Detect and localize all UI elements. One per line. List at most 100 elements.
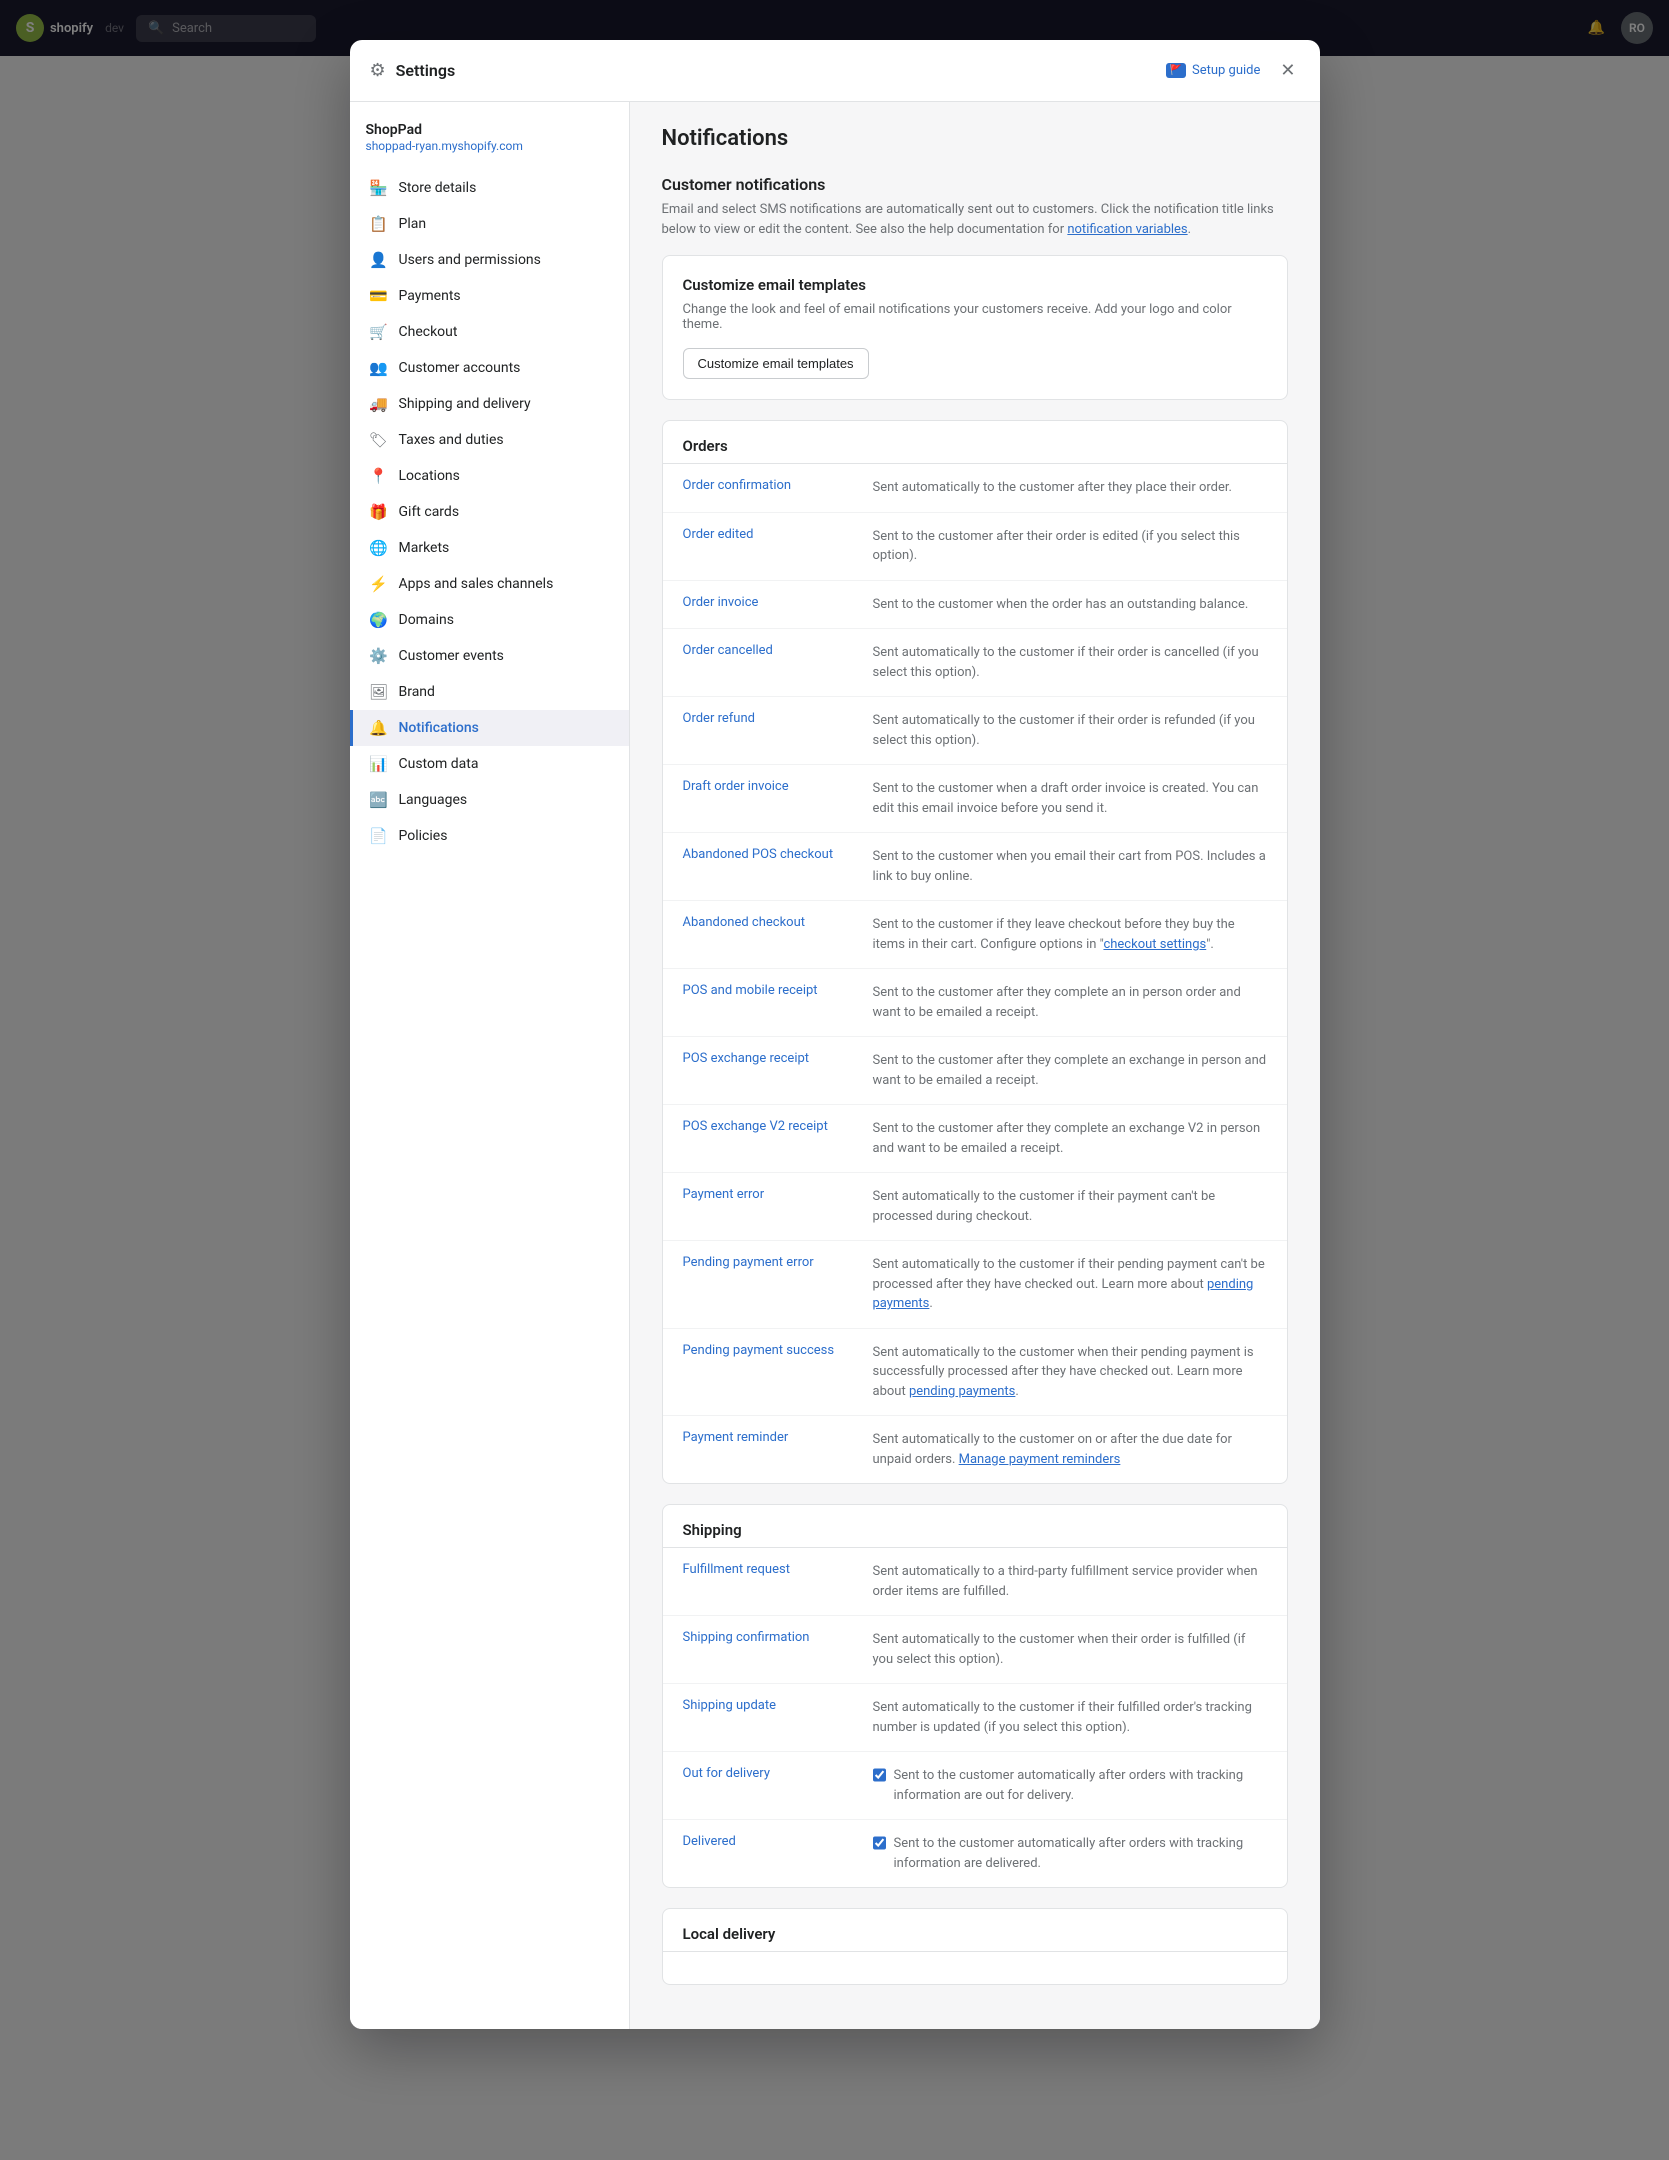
draft-order-invoice-desc: Sent to the customer when a draft order … <box>873 779 1267 818</box>
sidebar-item-custom-data[interactable]: 📊 Custom data <box>350 746 629 782</box>
setup-guide-button[interactable]: 🚩 Setup guide <box>1166 63 1261 78</box>
sidebar-item-locations[interactable]: 📍 Locations <box>350 458 629 494</box>
sidebar-item-label: Payments <box>399 288 461 304</box>
sidebar-item-brand[interactable]: 🖼 Brand <box>350 674 629 710</box>
markets-icon: 🌐 <box>369 538 389 558</box>
sidebar-item-gift-cards[interactable]: 🎁 Gift cards <box>350 494 629 530</box>
pending-payments-link-1[interactable]: pending payments <box>873 1277 1254 1312</box>
pos-exchange-receipt-link[interactable]: POS exchange receipt <box>683 1051 853 1066</box>
manage-payment-reminders-link[interactable]: Manage payment reminders <box>959 1452 1121 1467</box>
table-row: POS and mobile receipt Sent to the custo… <box>663 969 1287 1037</box>
sidebar-item-label: Notifications <box>399 720 479 736</box>
delivered-link[interactable]: Delivered <box>683 1834 853 1849</box>
abandoned-checkout-link[interactable]: Abandoned checkout <box>683 915 853 930</box>
local-delivery-section-card: Local delivery <box>662 1908 1288 1985</box>
customer-notifications-header: Customer notifications Email and select … <box>662 175 1288 239</box>
order-edited-link[interactable]: Order edited <box>683 527 853 542</box>
sidebar-item-customer-events[interactable]: ⚙️ Customer events <box>350 638 629 674</box>
sidebar-item-label: Markets <box>399 540 450 556</box>
sidebar-item-languages[interactable]: 🔤 Languages <box>350 782 629 818</box>
sidebar-item-plan[interactable]: 📋 Plan <box>350 206 629 242</box>
out-for-delivery-checkbox[interactable] <box>873 1768 886 1782</box>
sidebar-item-store-details[interactable]: 🏪 Store details <box>350 170 629 206</box>
sidebar-item-payments[interactable]: 💳 Payments <box>350 278 629 314</box>
sidebar-item-users-permissions[interactable]: 👤 Users and permissions <box>350 242 629 278</box>
table-row: Abandoned checkout Sent to the customer … <box>663 901 1287 969</box>
checkout-settings-link[interactable]: checkout settings <box>1103 937 1206 952</box>
fulfillment-request-link[interactable]: Fulfillment request <box>683 1562 853 1577</box>
delivered-checkbox[interactable] <box>873 1836 886 1850</box>
sidebar-item-checkout[interactable]: 🛒 Checkout <box>350 314 629 350</box>
table-row: Shipping confirmation Sent automatically… <box>663 1616 1287 1684</box>
notifications-icon: 🔔 <box>369 718 389 738</box>
customer-notifications-title: Customer notifications <box>662 175 1288 194</box>
modal-header-right: 🚩 Setup guide ✕ <box>1166 56 1300 85</box>
payment-error-link[interactable]: Payment error <box>683 1187 853 1202</box>
order-refund-link[interactable]: Order refund <box>683 711 853 726</box>
table-row: Order confirmation Sent automatically to… <box>663 464 1287 513</box>
shipping-update-link[interactable]: Shipping update <box>683 1698 853 1713</box>
abandoned-pos-checkout-link[interactable]: Abandoned POS checkout <box>683 847 853 862</box>
sidebar-item-customer-accounts[interactable]: 👥 Customer accounts <box>350 350 629 386</box>
out-for-delivery-link[interactable]: Out for delivery <box>683 1766 853 1781</box>
payments-icon: 💳 <box>369 286 389 306</box>
customer-events-icon: ⚙️ <box>369 646 389 666</box>
shipping-confirmation-desc: Sent automatically to the customer when … <box>873 1630 1267 1669</box>
table-row: Payment error Sent automatically to the … <box>663 1173 1287 1241</box>
fulfillment-request-desc: Sent automatically to a third-party fulf… <box>873 1562 1267 1601</box>
pending-payment-error-desc: Sent automatically to the customer if th… <box>873 1255 1267 1314</box>
modal-title: Settings <box>396 61 456 80</box>
customize-card-title: Customize email templates <box>683 276 1267 294</box>
order-confirmation-link[interactable]: Order confirmation <box>683 478 853 493</box>
delivered-checkbox-wrapper: Sent to the customer automatically after… <box>873 1834 1267 1873</box>
sidebar-item-policies[interactable]: 📄 Policies <box>350 818 629 854</box>
shipping-update-desc: Sent automatically to the customer if th… <box>873 1698 1267 1737</box>
sidebar-item-apps-sales-channels[interactable]: ⚡ Apps and sales channels <box>350 566 629 602</box>
table-row: POS exchange receipt Sent to the custome… <box>663 1037 1287 1105</box>
sidebar-item-label: Locations <box>399 468 460 484</box>
shipping-section-card: Shipping Fulfillment request Sent automa… <box>662 1504 1288 1888</box>
table-row: Pending payment success Sent automatical… <box>663 1329 1287 1417</box>
sidebar-item-domains[interactable]: 🌍 Domains <box>350 602 629 638</box>
order-cancelled-desc: Sent automatically to the customer if th… <box>873 643 1267 682</box>
delivered-desc: Sent to the customer automatically after… <box>894 1834 1267 1873</box>
table-row: Order edited Sent to the customer after … <box>663 513 1287 581</box>
pending-payments-link-2[interactable]: pending payments <box>909 1384 1015 1399</box>
sidebar-item-taxes-duties[interactable]: 🏷 Taxes and duties <box>350 422 629 458</box>
sidebar-item-label: Languages <box>399 792 468 808</box>
sidebar-item-markets[interactable]: 🌐 Markets <box>350 530 629 566</box>
pos-exchange-v2-receipt-link[interactable]: POS exchange V2 receipt <box>683 1119 853 1134</box>
brand-icon: 🖼 <box>369 682 389 702</box>
plan-icon: 📋 <box>369 214 389 234</box>
taxes-icon: 🏷 <box>369 430 389 450</box>
close-button[interactable]: ✕ <box>1276 56 1299 85</box>
modal-title-row: ⚙ Settings <box>370 60 456 81</box>
shipping-confirmation-link[interactable]: Shipping confirmation <box>683 1630 853 1645</box>
pending-payment-error-link[interactable]: Pending payment error <box>683 1255 853 1270</box>
customize-email-templates-button[interactable]: Customize email templates <box>683 348 869 379</box>
locations-icon: 📍 <box>369 466 389 486</box>
sidebar-item-notifications[interactable]: 🔔 Notifications <box>350 710 629 746</box>
sidebar-item-shipping-delivery[interactable]: 🚚 Shipping and delivery <box>350 386 629 422</box>
gear-icon: ⚙ <box>370 60 386 81</box>
gift-cards-icon: 🎁 <box>369 502 389 522</box>
notification-variables-link[interactable]: notification variables <box>1067 222 1187 237</box>
out-for-delivery-desc: Sent to the customer automatically after… <box>894 1766 1267 1805</box>
draft-order-invoice-link[interactable]: Draft order invoice <box>683 779 853 794</box>
sidebar-item-label: Apps and sales channels <box>399 576 554 592</box>
store-url[interactable]: shoppad-ryan.myshopify.com <box>366 139 523 153</box>
checkout-icon: 🛒 <box>369 322 389 342</box>
order-refund-desc: Sent automatically to the customer if th… <box>873 711 1267 750</box>
pos-mobile-receipt-link[interactable]: POS and mobile receipt <box>683 983 853 998</box>
local-delivery-placeholder <box>663 1952 1287 1984</box>
order-cancelled-link[interactable]: Order cancelled <box>683 643 853 658</box>
payment-reminder-link[interactable]: Payment reminder <box>683 1430 853 1445</box>
store-details-icon: 🏪 <box>369 178 389 198</box>
local-delivery-section-heading: Local delivery <box>663 1909 1287 1952</box>
table-row: Order cancelled Sent automatically to th… <box>663 629 1287 697</box>
pending-payment-success-link[interactable]: Pending payment success <box>683 1343 853 1358</box>
shipping-icon: 🚚 <box>369 394 389 414</box>
order-invoice-link[interactable]: Order invoice <box>683 595 853 610</box>
sidebar-item-label: Users and permissions <box>399 252 541 268</box>
sidebar-store: ShopPad shoppad-ryan.myshopify.com <box>350 114 629 170</box>
